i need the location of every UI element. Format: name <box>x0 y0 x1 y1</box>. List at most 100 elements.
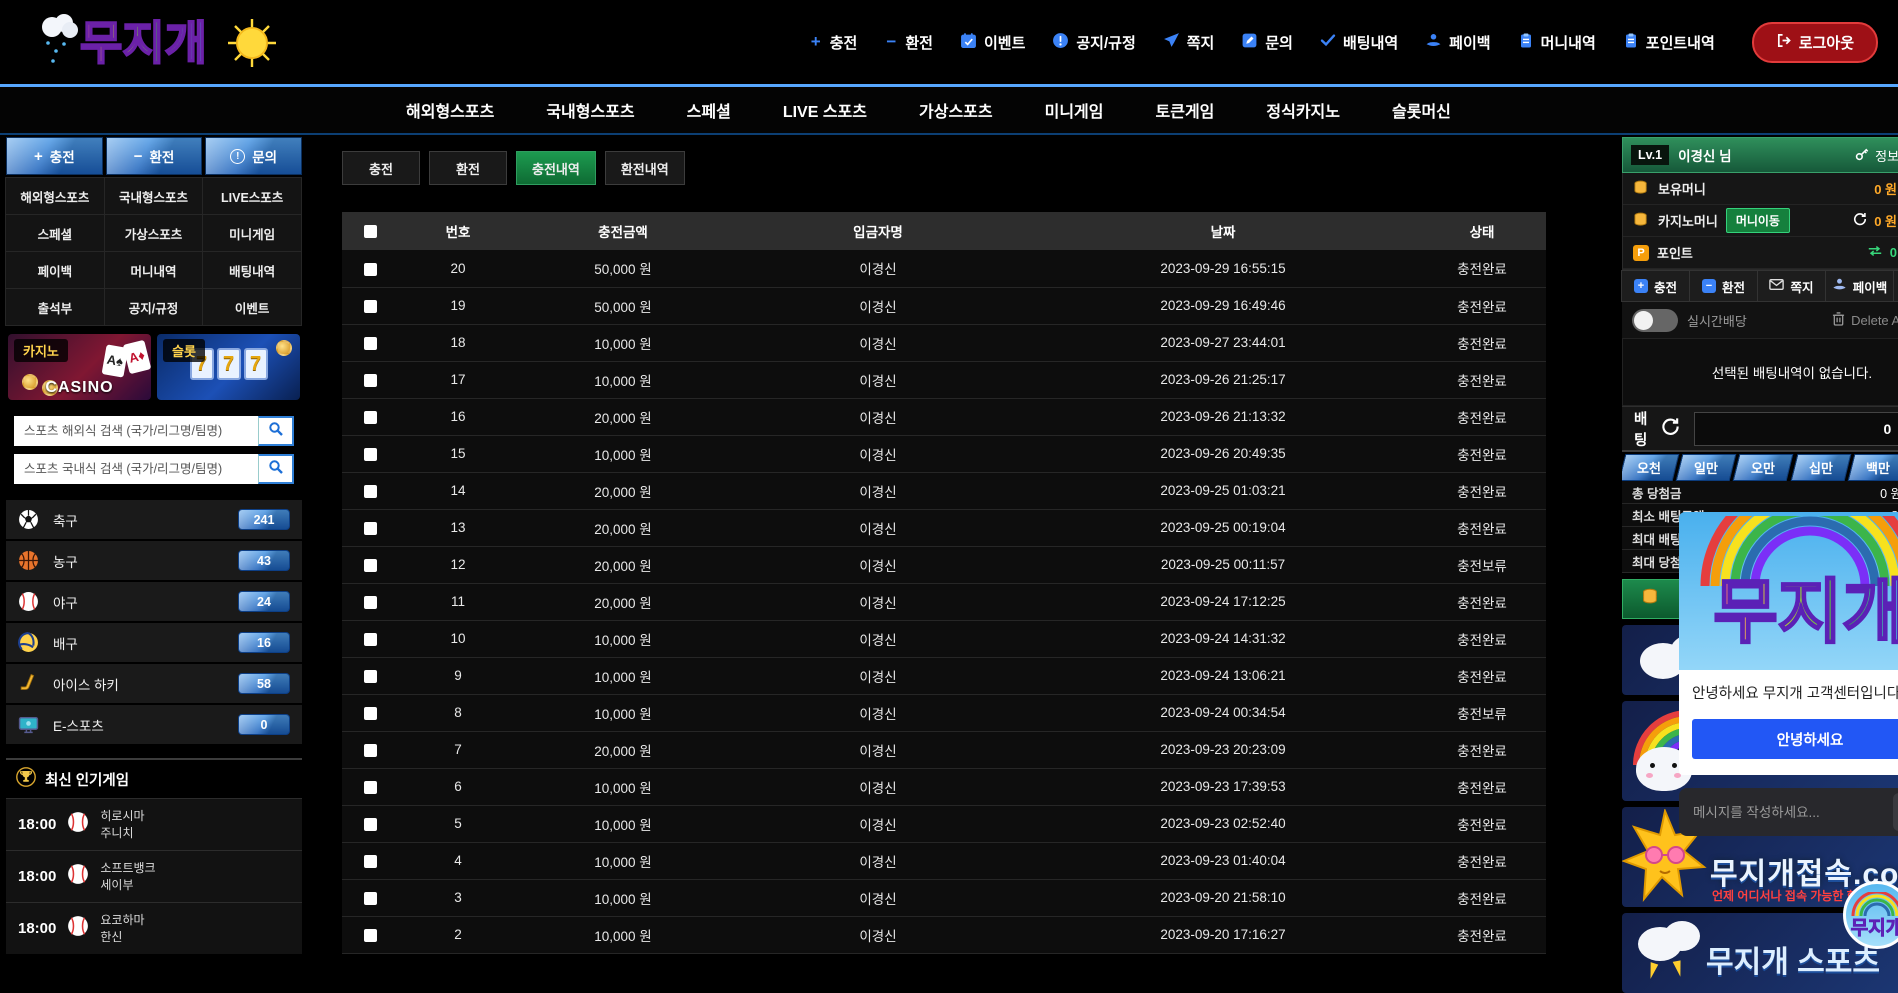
row-checkbox[interactable] <box>364 263 377 276</box>
row-checkbox[interactable] <box>364 818 377 831</box>
live-odds-toggle[interactable] <box>1632 309 1678 332</box>
main-nav-item[interactable]: LIVE 스포츠 <box>783 98 867 122</box>
main-nav-item[interactable]: 스페셜 <box>687 98 731 122</box>
sidebar-menu-item[interactable]: 국내형스포츠 <box>104 177 204 215</box>
sidebar-menu-item[interactable]: 가상스포츠 <box>104 214 204 252</box>
row-checkbox[interactable] <box>364 337 377 350</box>
minus-icon: − <box>134 148 143 165</box>
header-nav-deposit[interactable]: + 충전 <box>809 32 858 53</box>
sidebar-withdraw-button[interactable]: − 환전 <box>106 137 203 175</box>
main-nav-item[interactable]: 가상스포츠 <box>919 98 993 122</box>
logout-button[interactable] <box>1893 270 1898 302</box>
header-nav-message[interactable]: 쪽지 <box>1163 32 1215 53</box>
chat-hello-button[interactable]: 안녕하세요 <box>1692 719 1898 759</box>
amount-button[interactable]: 백만 <box>1847 454 1898 481</box>
row-checkbox[interactable] <box>364 374 377 387</box>
cell-date: 2023-09-29 16:49:46 <box>1028 287 1418 324</box>
sidebar-inquiry-button[interactable]: ! 문의 <box>205 137 302 175</box>
tab-withdraw-history[interactable]: 환전내역 <box>605 151 685 185</box>
sidebar-menu-item[interactable]: 출석부 <box>5 288 105 326</box>
sidebar-menu-item[interactable]: 머니내역 <box>104 251 204 289</box>
popular-game-row[interactable]: 18:00 소프트뱅크세이부 <box>6 850 302 902</box>
sidebar-menu-item[interactable]: 페이백 <box>5 251 105 289</box>
header-nav-inquiry[interactable]: 문의 <box>1241 32 1293 53</box>
bet-amount-input[interactable] <box>1694 412 1898 446</box>
header-nav-money-history[interactable]: 머니내역 <box>1518 32 1596 53</box>
row-checkbox[interactable] <box>364 670 377 683</box>
refresh-icon[interactable] <box>1661 417 1680 441</box>
search-button[interactable] <box>258 454 294 484</box>
sidebar-item-soccer[interactable]: 축구 241 <box>6 500 302 541</box>
casino-banner[interactable]: 카지노 A♦ A♠ CASINO <box>8 334 151 400</box>
main-nav-item[interactable]: 미니게임 <box>1045 98 1104 122</box>
rainbow-logo-graphic: 무지개 <box>26 9 282 75</box>
sidebar-menu-item[interactable]: 미니게임 <box>202 214 302 252</box>
sidebar-menu-item[interactable]: 배팅내역 <box>202 251 302 289</box>
main-nav-item[interactable]: 슬롯머신 <box>1392 98 1451 122</box>
message-button[interactable]: 쪽지 <box>1757 270 1826 302</box>
sidebar-deposit-button[interactable]: + 충전 <box>6 137 103 175</box>
row-checkbox[interactable] <box>364 707 377 720</box>
main-nav-item[interactable]: 정식카지노 <box>1266 98 1340 122</box>
header-nav-withdraw[interactable]: − 환전 <box>884 32 933 53</box>
row-checkbox[interactable] <box>364 744 377 757</box>
withdraw-button[interactable]: − 환전 <box>1689 270 1758 302</box>
row-checkbox[interactable] <box>364 448 377 461</box>
row-checkbox[interactable] <box>364 300 377 313</box>
sidebar-item-volleyball[interactable]: 배구 16 <box>6 623 302 664</box>
row-checkbox[interactable] <box>364 892 377 905</box>
sidebar-item-basketball[interactable]: 농구 43 <box>6 541 302 582</box>
sidebar-menu-item[interactable]: 스페셜 <box>5 214 105 252</box>
chat-message-input[interactable] <box>1693 805 1893 820</box>
row-checkbox[interactable] <box>364 633 377 646</box>
deposit-button[interactable]: + 충전 <box>1621 270 1690 302</box>
delete-all-button[interactable]: Delete All <box>1832 311 1898 329</box>
sidebar-menu-item[interactable]: 해외형스포츠 <box>5 177 105 215</box>
cell-date: 2023-09-25 00:19:04 <box>1028 509 1418 546</box>
popular-game-row[interactable]: 18:00 히로시마주니치 <box>6 798 302 850</box>
row-checkbox[interactable] <box>364 929 377 942</box>
header-nav-notice[interactable]: 공지/규정 <box>1052 32 1135 53</box>
overseas-search-input[interactable] <box>14 416 258 446</box>
money-transfer-button[interactable]: 머니이동 <box>1726 208 1790 233</box>
refresh-icon[interactable] <box>1853 212 1867 229</box>
search-button[interactable] <box>258 416 294 446</box>
amount-button[interactable]: 일만 <box>1676 454 1737 481</box>
tab-deposit-history[interactable]: 충전내역 <box>516 151 596 185</box>
amount-button[interactable]: 오천 <box>1622 454 1680 481</box>
sidebar-menu-item[interactable]: 공지/규정 <box>104 288 204 326</box>
send-button[interactable] <box>1893 793 1898 831</box>
row-checkbox[interactable] <box>364 522 377 535</box>
sidebar-menu-item[interactable]: LIVE스포츠 <box>202 177 302 215</box>
tab-deposit[interactable]: 충전 <box>342 151 420 185</box>
header-nav-event[interactable]: 이벤트 <box>960 32 1025 53</box>
select-all-checkbox[interactable] <box>364 225 377 238</box>
row-checkbox[interactable] <box>364 411 377 424</box>
row-checkbox[interactable] <box>364 596 377 609</box>
main-nav-item[interactable]: 해외형스포츠 <box>406 98 494 122</box>
header-nav-point-history[interactable]: 포인트내역 <box>1623 32 1715 53</box>
row-checkbox[interactable] <box>364 781 377 794</box>
site-logo[interactable]: 무지개 <box>26 9 282 75</box>
row-checkbox[interactable] <box>364 855 377 868</box>
row-checkbox[interactable] <box>364 559 377 572</box>
sidebar-menu-item[interactable]: 이벤트 <box>202 288 302 326</box>
main-nav-item[interactable]: 국내형스포츠 <box>546 98 634 122</box>
row-checkbox[interactable] <box>364 485 377 498</box>
sidebar-item-esports[interactable]: E-스포츠 0 <box>6 705 302 746</box>
amount-button[interactable]: 오만 <box>1733 454 1794 481</box>
sidebar-item-baseball[interactable]: 야구 24 <box>6 582 302 623</box>
payback-button[interactable]: 페이백 <box>1825 270 1894 302</box>
exchange-icon[interactable] <box>1867 245 1883 260</box>
header-nav-bet-history[interactable]: 배팅내역 <box>1320 32 1398 53</box>
sidebar-item-ice-hockey[interactable]: 아이스 하키 58 <box>6 664 302 705</box>
slot-banner[interactable]: 슬롯 777 <box>157 334 300 400</box>
logout-button[interactable]: 로그아웃 <box>1752 22 1878 63</box>
tab-withdraw[interactable]: 환전 <box>429 151 507 185</box>
edit-profile-button[interactable]: 정보수정 <box>1855 146 1898 165</box>
header-nav-payback[interactable]: 페이백 <box>1425 32 1490 53</box>
amount-button[interactable]: 십만 <box>1790 454 1851 481</box>
popular-game-row[interactable]: 18:00 요코하마한신 <box>6 902 302 954</box>
main-nav-item[interactable]: 토큰게임 <box>1156 98 1215 122</box>
domestic-search-input[interactable] <box>14 454 258 484</box>
